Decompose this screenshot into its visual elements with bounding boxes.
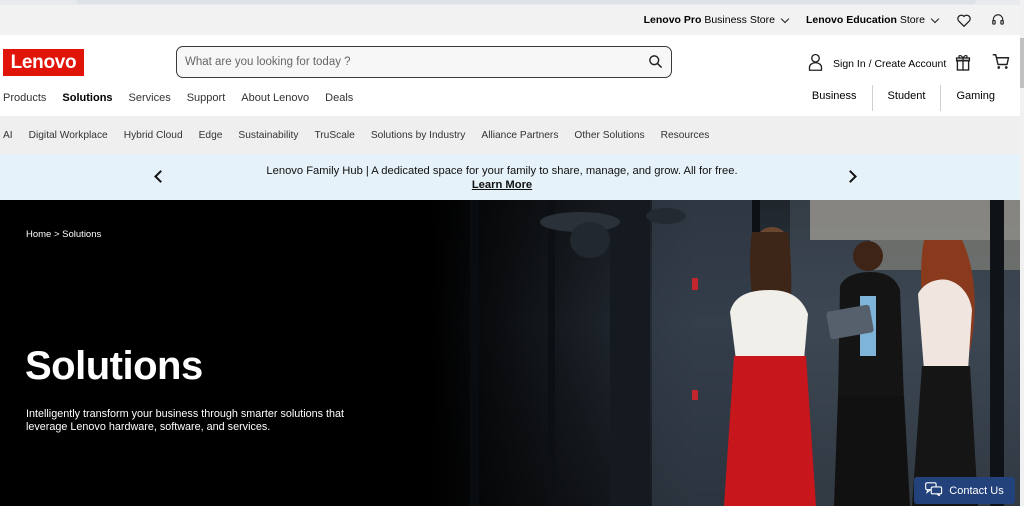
lenovo-logo[interactable]: Lenovo xyxy=(3,49,84,76)
promo-text: Lenovo Family Hub | A dedicated space fo… xyxy=(266,165,738,177)
subnav-sustainability[interactable]: Sustainability xyxy=(238,130,298,141)
subnav-edge[interactable]: Edge xyxy=(199,130,223,141)
account-link[interactable]: Sign In / Create Account xyxy=(808,53,946,74)
chevron-down-icon xyxy=(780,14,790,23)
edu-store-bold: Lenovo Education xyxy=(805,14,897,26)
chevron-right-icon[interactable] xyxy=(844,170,857,183)
search-input[interactable] xyxy=(177,56,637,68)
headset-icon[interactable] xyxy=(990,12,1006,28)
pro-store-link[interactable]: Lenovo Pro Business Store xyxy=(643,14,790,26)
subnav-digital-workplace[interactable]: Digital Workplace xyxy=(29,130,108,141)
segment-student[interactable]: Student xyxy=(871,85,941,111)
site-header: Lenovo Sign In / Create Account xyxy=(0,35,1020,85)
nav-about-lenovo[interactable]: About Lenovo xyxy=(241,92,309,104)
heart-icon[interactable] xyxy=(956,12,972,28)
subnav-hybrid-cloud[interactable]: Hybrid Cloud xyxy=(124,130,183,141)
page-title: Solutions xyxy=(25,344,203,388)
nav-deals[interactable]: Deals xyxy=(325,92,353,104)
subnav-truscale[interactable]: TruScale xyxy=(314,130,354,141)
chat-bubbles-icon xyxy=(925,482,943,499)
hero-photo xyxy=(430,200,1020,506)
nav-solutions[interactable]: Solutions xyxy=(62,92,112,104)
contact-us-button[interactable]: Contact Us xyxy=(914,477,1015,504)
utility-bar: Lenovo Pro Business Store Lenovo Educati… xyxy=(0,5,1020,35)
sign-in-label: Sign In / Create Account xyxy=(833,57,947,70)
nav-products[interactable]: Products xyxy=(3,92,46,104)
hero-description: Intelligently transform your business th… xyxy=(26,408,345,433)
subnav-ai[interactable]: AI xyxy=(3,130,13,141)
chevron-down-icon xyxy=(930,14,940,23)
chevron-left-icon[interactable] xyxy=(154,170,167,183)
browser-address-bar xyxy=(76,0,976,4)
search-box[interactable] xyxy=(176,46,672,78)
main-nav: Products Solutions Services Support Abou… xyxy=(0,85,1020,115)
subnav-other-solutions[interactable]: Other Solutions xyxy=(574,130,644,141)
segment-gaming[interactable]: Gaming xyxy=(940,85,1010,111)
subnav-solutions-by-industry[interactable]: Solutions by Industry xyxy=(371,130,466,141)
breadcrumb[interactable]: Home > Solutions xyxy=(26,229,101,240)
pro-store-rest: Business Store xyxy=(704,14,775,26)
user-icon xyxy=(808,53,823,74)
contact-us-label: Contact Us xyxy=(949,484,1004,497)
search-icon[interactable] xyxy=(648,54,663,74)
gift-icon[interactable] xyxy=(955,53,971,76)
subnav-alliance-partners[interactable]: Alliance Partners xyxy=(481,130,558,141)
subnav-resources[interactable]: Resources xyxy=(661,130,710,141)
scrollbar-thumb[interactable] xyxy=(1020,38,1024,88)
promo-banner: Lenovo Family Hub | A dedicated space fo… xyxy=(0,154,1020,200)
pro-store-bold: Lenovo Pro xyxy=(643,14,702,26)
cart-icon[interactable] xyxy=(992,53,1010,75)
education-store-link[interactable]: Lenovo Education Store xyxy=(805,14,940,26)
learn-more-link[interactable]: Learn More xyxy=(200,178,804,192)
nav-support[interactable]: Support xyxy=(187,92,226,104)
nav-services[interactable]: Services xyxy=(129,92,171,104)
hero-section: Home > Solutions Solutions Intelligently… xyxy=(0,200,1020,506)
segment-business[interactable]: Business xyxy=(797,85,872,111)
edu-store-rest: Store xyxy=(899,14,925,26)
solutions-sub-nav: AI Digital Workplace Hybrid Cloud Edge S… xyxy=(0,116,1020,154)
page-scrollbar[interactable] xyxy=(1020,0,1024,506)
